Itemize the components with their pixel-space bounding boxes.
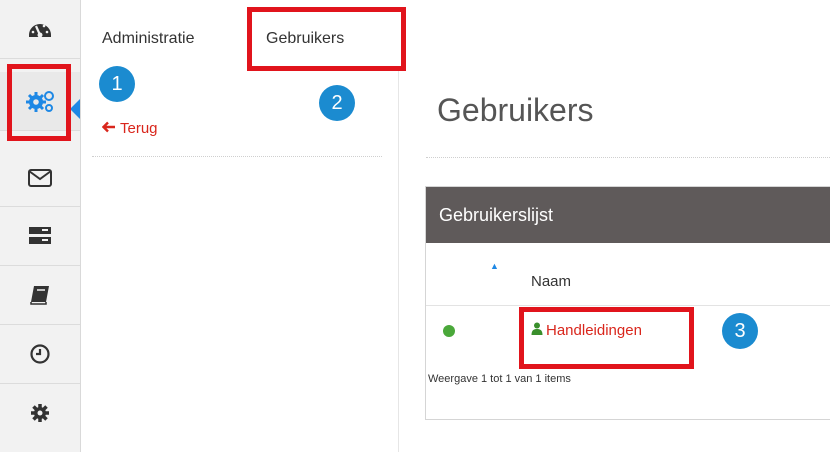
history-button[interactable] — [0, 325, 80, 384]
dashboard-button[interactable] — [0, 0, 80, 59]
back-link[interactable]: Terug — [101, 120, 158, 137]
step-badge-2: 2 — [319, 85, 355, 121]
manuals-button[interactable] — [0, 266, 80, 325]
active-pointer — [70, 99, 80, 119]
sidebar-rail — [0, 0, 81, 452]
settings-button[interactable] — [0, 384, 80, 442]
step-badge-3: 3 — [722, 313, 758, 349]
column-header-naam[interactable]: Naam — [531, 273, 571, 290]
panel-title: Gebruikerslijst — [426, 187, 830, 243]
clock-icon — [29, 343, 51, 365]
tab-gebruikers[interactable]: Gebruikers — [266, 30, 344, 48]
title-divider — [426, 157, 830, 158]
table-header: ▲ Naam — [426, 243, 830, 306]
server-icon — [28, 226, 52, 246]
back-link-label: Terug — [120, 120, 158, 137]
status-dot — [443, 325, 455, 337]
step-badge-1: 1 — [99, 66, 135, 102]
user-link-handleidingen[interactable]: Handleidingen — [531, 322, 642, 339]
envelope-icon — [28, 169, 52, 187]
sort-asc-icon[interactable]: ▲ — [490, 261, 499, 271]
servers-button[interactable] — [0, 207, 80, 266]
users-panel: Gebruikerslijst ▲ Naam Handleidingen Wee… — [425, 186, 830, 420]
dashboard-icon — [27, 17, 53, 41]
user-icon — [531, 322, 543, 339]
page-title: Gebruikers — [437, 92, 594, 128]
user-name: Handleidingen — [546, 322, 642, 339]
subnav-divider — [92, 156, 382, 157]
messages-button[interactable] — [0, 150, 80, 207]
gears-icon — [25, 89, 55, 113]
book-icon — [29, 284, 51, 306]
table-row: Handleidingen — [426, 305, 830, 363]
tab-administratie[interactable]: Administratie — [102, 30, 194, 48]
gear-icon — [29, 402, 51, 424]
administration-button[interactable] — [0, 72, 80, 131]
arrow-left-icon — [101, 120, 116, 137]
pager-text: Weergave 1 tot 1 van 1 items — [428, 373, 571, 385]
subnav-panel: Terug — [80, 70, 399, 452]
